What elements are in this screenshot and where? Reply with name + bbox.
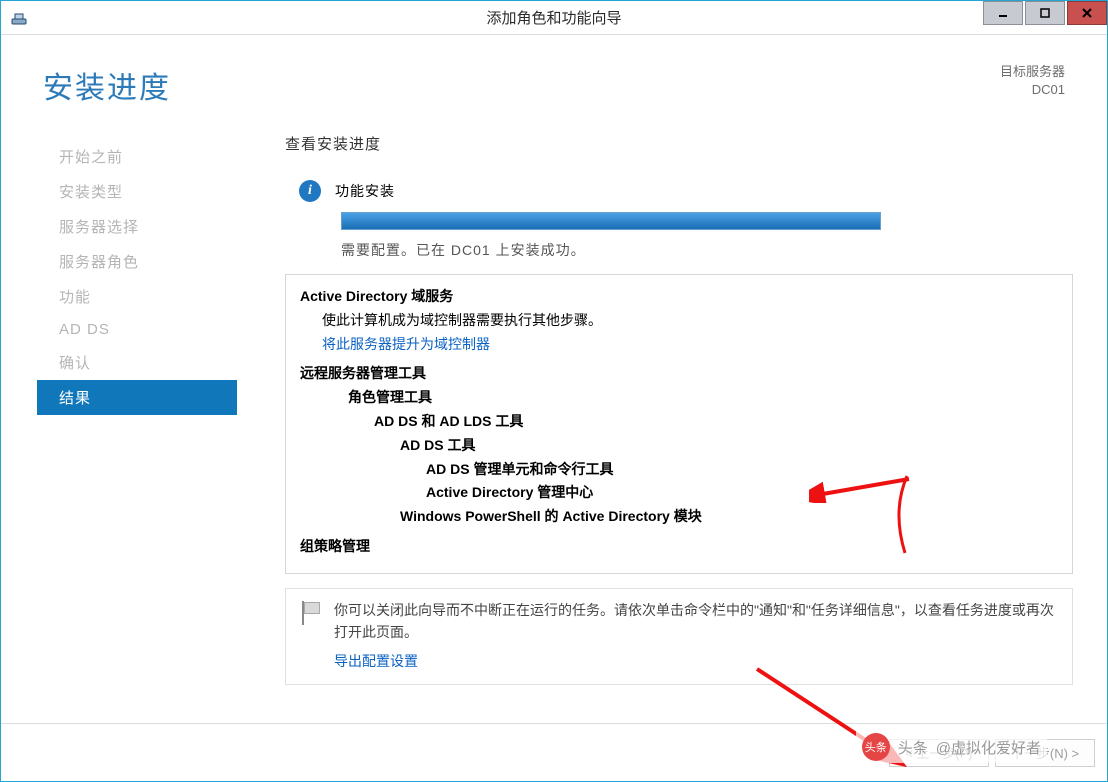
wizard-window: 添加角色和功能向导 安装进度 目标服务器 DC01 开始之前 安装类型 服务器选… (0, 0, 1108, 782)
minimize-button[interactable] (983, 1, 1023, 25)
target-label: 目标服务器 (1000, 63, 1065, 81)
step-server-selection: 服务器选择 (37, 209, 237, 244)
watermark-author: @虚拟化爱好者 (936, 737, 1041, 758)
content-pane: 查看安装进度 i 功能安装 需要配置。已在 DC01 上安装成功。 Active… (237, 133, 1087, 723)
progress-wrap (285, 202, 1073, 240)
export-settings-link[interactable]: 导出配置设置 (334, 650, 418, 672)
target-name: DC01 (1000, 81, 1065, 99)
footer: < 上一步(P) 下一步(N) > 关闭 取消 头条 头条 @虚拟化爱好者 (1, 723, 1107, 781)
result-rsat-title: 远程服务器管理工具 (300, 362, 1058, 386)
titlebar: 添加角色和功能向导 (1, 1, 1107, 35)
progress-bar (341, 212, 881, 230)
body: 开始之前 安装类型 服务器选择 服务器角色 功能 AD DS 确认 结果 查看安… (1, 113, 1107, 723)
note-content: 你可以关闭此向导而不中断正在运行的任务。请依次单击命令栏中的"通知"和"任务详细… (334, 599, 1058, 672)
wizard-steps-sidebar: 开始之前 安装类型 服务器选择 服务器角色 功能 AD DS 确认 结果 (37, 133, 237, 723)
step-before-begin: 开始之前 (37, 139, 237, 174)
maximize-button[interactable] (1025, 1, 1065, 25)
watermark: 头条 头条 @虚拟化爱好者 (856, 731, 1047, 763)
page-title: 安装进度 (43, 63, 171, 107)
results-box: Active Directory 域服务 使此计算机成为域控制器需要执行其他步骤… (285, 274, 1073, 574)
install-status-text: 需要配置。已在 DC01 上安装成功。 (285, 240, 1073, 260)
app-icon (11, 10, 27, 26)
step-server-roles: 服务器角色 (37, 244, 237, 279)
step-results: 结果 (37, 380, 237, 415)
install-label: 功能安装 (335, 181, 395, 201)
header: 安装进度 目标服务器 DC01 (1, 35, 1107, 113)
watermark-prefix: 头条 (898, 737, 928, 758)
promote-dc-link[interactable]: 将此服务器提升为域控制器 (322, 336, 490, 352)
target-server-info: 目标服务器 DC01 (1000, 63, 1065, 99)
step-install-type: 安装类型 (37, 174, 237, 209)
result-adds-tools: AD DS 工具 (300, 434, 1058, 458)
result-adds-title: Active Directory 域服务 (300, 285, 1058, 309)
info-icon: i (299, 180, 321, 202)
result-ps-module: Windows PowerShell 的 Active Directory 模块 (300, 505, 1058, 529)
step-features: 功能 (37, 279, 237, 314)
note-box: 你可以关闭此向导而不中断正在运行的任务。请依次单击命令栏中的"通知"和"任务详细… (285, 588, 1073, 685)
step-adds: AD DS (37, 314, 237, 345)
close-button[interactable] (1067, 1, 1107, 25)
install-status-row: i 功能安装 (285, 180, 1073, 202)
step-confirm: 确认 (37, 345, 237, 380)
result-adds-desc: 使此计算机成为域控制器需要执行其他步骤。 (300, 309, 1058, 333)
flag-icon (300, 601, 320, 625)
watermark-icon: 头条 (862, 733, 890, 761)
result-ad-admin-center: Active Directory 管理中心 (300, 481, 1058, 505)
window-controls (983, 1, 1107, 29)
result-adds-snapins: AD DS 管理单元和命令行工具 (300, 458, 1058, 482)
window-title: 添加角色和功能向导 (1, 7, 1107, 28)
result-gpm: 组策略管理 (300, 535, 1058, 559)
result-role-tools: 角色管理工具 (300, 386, 1058, 410)
note-text: 你可以关闭此向导而不中断正在运行的任务。请依次单击命令栏中的"通知"和"任务详细… (334, 602, 1054, 640)
result-adds-lds-tools: AD DS 和 AD LDS 工具 (300, 410, 1058, 434)
content-heading: 查看安装进度 (285, 133, 1073, 154)
